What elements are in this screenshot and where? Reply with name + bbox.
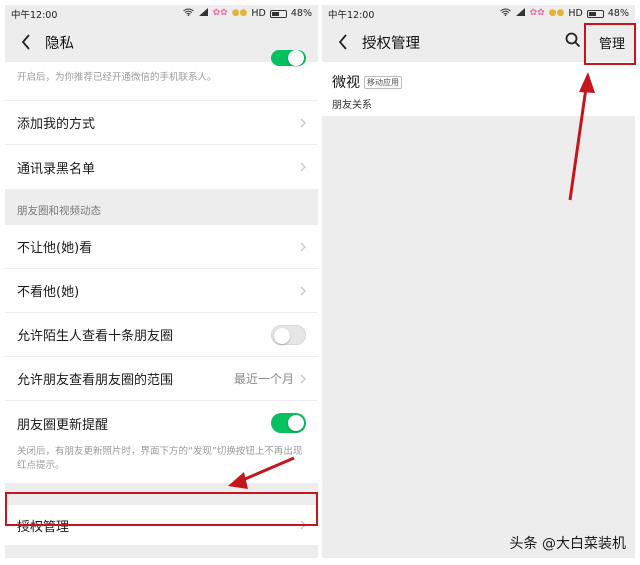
highlight-box-authorization-row — [5, 492, 318, 526]
back-icon[interactable] — [332, 31, 354, 53]
row-label: 不看他(她) — [17, 285, 80, 300]
app-type-badge: 移动应用 — [364, 75, 402, 89]
chevron-right-icon — [300, 162, 306, 172]
hide-their-posts-row[interactable]: 不看他(她) — [5, 269, 318, 313]
stranger-ten-posts-row: 允许陌生人查看十条朋友圈 — [5, 313, 318, 357]
moments-section: 不让他(她)看 不看他(她) 允许陌生人查看十条朋友圈 允许朋友查看朋友圈的范围… — [5, 225, 318, 483]
signal-icon — [198, 8, 209, 19]
authorized-app-item[interactable]: 微视 移动应用 朋友关系 — [322, 62, 635, 116]
chevron-right-icon — [300, 286, 306, 296]
add-me-method-row[interactable]: 添加我的方式 — [5, 101, 318, 145]
contacts-blacklist-row[interactable]: 通讯录黑名单 — [5, 145, 318, 189]
app-permission: 朋友关系 — [332, 100, 372, 111]
status-bar: 中午12:00 ✿✿ ●● HD 48% — [5, 5, 318, 22]
chevron-right-icon — [300, 118, 306, 128]
row-label: 允许陌生人查看十条朋友圈 — [17, 329, 174, 344]
chevron-right-icon — [300, 374, 306, 384]
authorization-screen: 中午12:00 ✿✿ ●● HD 48% 授权管理 管理 微视 移动应用 朋友关… — [322, 5, 635, 558]
network-type: HD — [568, 8, 583, 19]
battery-icon — [269, 9, 287, 18]
moments-update-reminder-row: 朋友圈更新提醒 — [5, 401, 318, 445]
chevron-right-icon — [300, 242, 306, 252]
row-label: 通讯录黑名单 — [17, 161, 96, 177]
network-type: HD — [251, 8, 266, 19]
battery-level: 48% — [607, 8, 629, 19]
recommend-hint: 开启后，为你推荐已经开通微信的手机联系人。 — [17, 72, 217, 83]
status-time: 中午12:00 — [328, 9, 375, 21]
wifi-icon — [499, 8, 511, 19]
row-label: 允许朋友查看朋友圈的范围 — [17, 373, 174, 388]
battery-icon — [586, 9, 604, 18]
update-reminder-hint: 关闭后，有朋友更新照片时，界面下方的“发现”切换按钮上不再出现红点提示。 — [17, 446, 303, 471]
signal-icon — [515, 8, 526, 19]
moments-update-reminder-toggle[interactable] — [271, 413, 306, 433]
notification-bulbs-icon: ●● — [231, 8, 248, 18]
row-label: 朋友圈更新提醒 — [17, 417, 109, 433]
notification-flowers-icon: ✿✿ — [529, 8, 545, 18]
contacts-section: 添加我的方式 通讯录黑名单 — [5, 101, 318, 189]
notification-flowers-icon: ✿✿ — [212, 8, 228, 18]
recommend-toggle[interactable] — [271, 50, 306, 66]
recommend-section: 开启后，为你推荐已经开通微信的手机联系人。 — [5, 50, 318, 100]
app-name: 微视 — [332, 75, 360, 91]
row-label: 不让他(她)看 — [17, 241, 93, 256]
privacy-screen: 中午12:00 ✿✿ ●● HD 48% 隐私 开启后，为你推荐已经开通微信的手… — [5, 5, 318, 558]
hide-from-row[interactable]: 不让他(她)看 — [5, 225, 318, 269]
page-title: 授权管理 — [362, 35, 420, 52]
wifi-icon — [182, 8, 194, 19]
moments-range-value: 最近一个月 — [233, 372, 294, 386]
search-icon[interactable] — [565, 32, 581, 52]
status-time: 中午12:00 — [11, 9, 58, 21]
notification-bulbs-icon: ●● — [548, 8, 565, 18]
row-label: 添加我的方式 — [17, 117, 96, 132]
watermark: 头条 @大白菜装机 — [509, 536, 626, 552]
battery-level: 48% — [290, 8, 312, 19]
stranger-ten-posts-toggle[interactable] — [271, 324, 306, 345]
moments-range-row[interactable]: 允许朋友查看朋友圈的范围 最近一个月 — [5, 357, 318, 401]
status-bar: 中午12:00 ✿✿ ●● HD 48% — [322, 5, 635, 22]
highlight-box-manage-button — [584, 23, 636, 65]
back-icon[interactable] — [15, 31, 37, 53]
page-title: 隐私 — [45, 35, 74, 52]
moments-group-title: 朋友圈和视频动态 — [17, 205, 101, 217]
